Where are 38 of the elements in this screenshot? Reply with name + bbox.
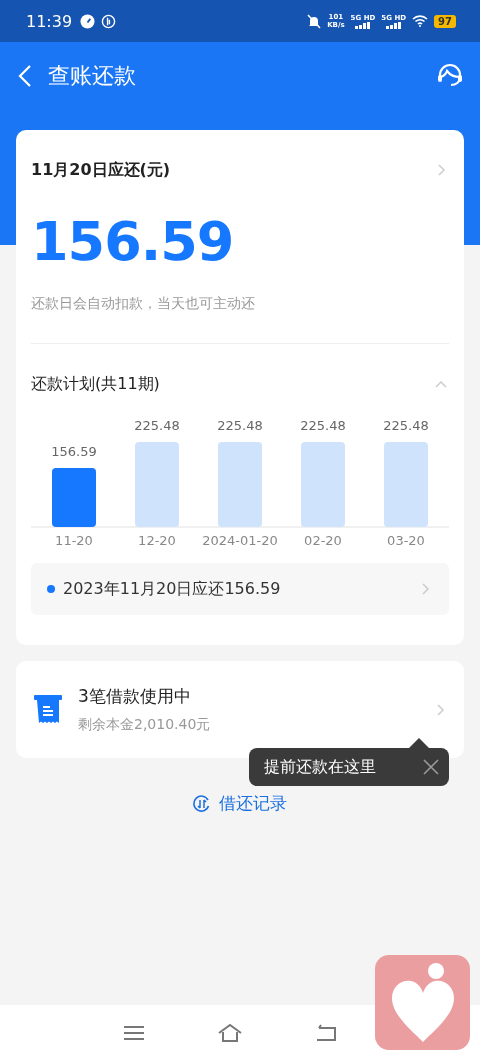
menu-icon[interactable] bbox=[123, 1024, 145, 1042]
autopay-note: 还款日会自动扣款，当天也可主动还 bbox=[31, 295, 256, 313]
battery-level: 97 bbox=[434, 14, 456, 28]
bar-value: 225.48 bbox=[217, 418, 263, 433]
close-button[interactable] bbox=[421, 757, 441, 777]
due-detail-text: 2023年11月20日应还156.59 bbox=[63, 578, 282, 600]
due-amount: 156.59 bbox=[31, 210, 235, 273]
exchange-icon bbox=[193, 794, 211, 813]
history-link[interactable]: 借还记录 bbox=[193, 792, 287, 815]
axis-label: 02-20 bbox=[304, 533, 342, 548]
signal-icon bbox=[354, 21, 371, 29]
back-icon[interactable] bbox=[16, 64, 34, 88]
loans-card[interactable]: 3笔借款使用中 剩余本金2,010.40元 bbox=[16, 661, 464, 758]
bar-value: 225.48 bbox=[134, 418, 180, 433]
status-time: 11:39 bbox=[26, 11, 73, 31]
due-detail-row[interactable]: 2023年11月20日应还156.59 bbox=[31, 563, 449, 615]
loans-title: 3笔借款使用中 bbox=[78, 685, 192, 708]
axis-label: 03-20 bbox=[387, 533, 425, 548]
page-title: 查账还款 bbox=[48, 62, 137, 90]
remaining-principal: 剩余本金2,010.40元 bbox=[78, 716, 212, 734]
axis-label: 11-20 bbox=[55, 533, 93, 548]
bar-value: 225.48 bbox=[383, 418, 429, 433]
back-icon[interactable] bbox=[315, 1024, 337, 1042]
wifi-icon bbox=[412, 15, 429, 27]
chart-bar bbox=[52, 467, 96, 527]
mute-icon bbox=[307, 13, 322, 29]
due-date-title: 11月20日应还(元) bbox=[31, 159, 171, 181]
signal-icon bbox=[385, 21, 402, 29]
bar-value: 225.48 bbox=[300, 418, 346, 433]
circle-icon bbox=[101, 13, 117, 29]
plan-title: 还款计划(共11期) bbox=[31, 374, 160, 395]
home-icon[interactable] bbox=[217, 1023, 243, 1043]
receipt-icon bbox=[34, 694, 62, 725]
gauge-icon bbox=[80, 13, 96, 29]
bar-value: 156.59 bbox=[51, 443, 97, 459]
axis-label: 2024-01-20 bbox=[202, 533, 278, 548]
axis-label: 12-20 bbox=[138, 533, 176, 548]
tooltip-text: 提前还款在这里 bbox=[264, 756, 376, 778]
